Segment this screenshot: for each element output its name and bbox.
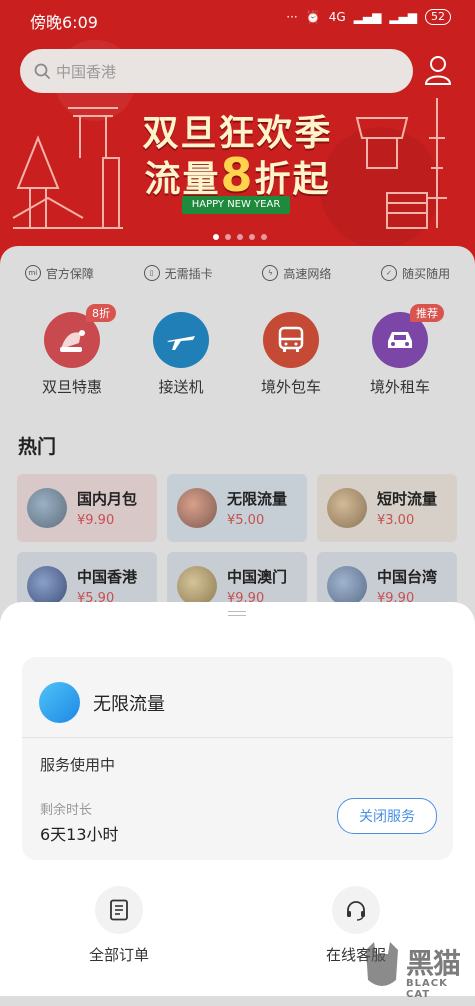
feature-no-sim: ▯ 无需插卡: [119, 258, 238, 288]
cat-logo-icon: [366, 942, 398, 986]
carousel-dot[interactable]: [213, 234, 219, 240]
santa-hat-icon: [60, 330, 85, 352]
remaining-time-label: 剩余时长: [40, 803, 93, 818]
product-thumbnail: [177, 566, 217, 606]
product-thumbnail: [327, 566, 367, 606]
divider: [22, 737, 453, 738]
product-price: ¥5.00: [227, 513, 265, 528]
category-row: 8折 双旦特惠 接送机 境外包车 推荐 境外租车: [0, 304, 475, 402]
hot-card-domestic-monthly[interactable]: 国内月包 ¥9.90: [17, 474, 157, 542]
user-icon[interactable]: [424, 55, 452, 85]
search-placeholder: 中国香港: [56, 62, 117, 81]
feature-label: 官方保障: [45, 266, 94, 281]
hot-card-short-term[interactable]: 短时流量 ¥3.00: [317, 474, 457, 542]
airplane-icon: [167, 336, 195, 350]
product-name: 无限流量: [227, 490, 288, 508]
battery-indicator: 52: [425, 9, 451, 25]
all-orders-button[interactable]: 全部订单: [59, 886, 179, 965]
category-label: 境外租车: [369, 378, 430, 396]
product-name: 国内月包: [77, 490, 138, 508]
product-thumbnail: [177, 488, 217, 528]
category-label: 境外包车: [260, 378, 321, 396]
hot-card-unlimited[interactable]: 无限流量 ¥5.00: [167, 474, 307, 542]
close-service-button[interactable]: 关闭服务: [337, 798, 437, 834]
product-name: 中国台湾: [377, 568, 438, 586]
product-name: 短时流量: [377, 490, 438, 508]
category-charter-bus[interactable]: 境外包车: [236, 312, 346, 397]
recommend-badge: 推荐: [410, 304, 444, 322]
promo-banner[interactable]: 傍晚6:09 ··· ⏰ 4G ▂▄▆ ▂▄▆ 52 中国香港 双旦狂欢季 流量…: [0, 0, 475, 268]
status-time: 傍晚6:09: [30, 13, 98, 32]
category-circle: 推荐: [372, 304, 444, 368]
bolt-icon: ϟ: [262, 265, 279, 281]
banner-tagline: HAPPY NEW YEAR: [182, 196, 290, 214]
product-price: ¥3.00: [377, 513, 415, 528]
watermark-text-cn: 黑猫: [406, 947, 461, 980]
category-circle: [153, 312, 209, 368]
feature-label: 高速网络: [283, 266, 332, 281]
carousel-dot[interactable]: [249, 234, 255, 240]
headset-icon-wrap: [332, 886, 380, 934]
category-circle: [263, 312, 319, 368]
action-label: 全部订单: [88, 946, 149, 964]
product-thumbnail: [27, 566, 67, 606]
black-cat-watermark: 黑猫 BLACK CAT: [362, 938, 475, 1000]
carousel-dot[interactable]: [261, 234, 267, 240]
hot-section-title: 热门: [18, 436, 57, 458]
product-thumbnail: [27, 488, 67, 528]
product-thumbnail: [327, 488, 367, 528]
remaining-time-value: 6天13小时: [40, 825, 119, 844]
status-icons: ··· ⏰ 4G ▂▄▆ ▂▄▆ 52: [286, 9, 451, 25]
product-name: 中国香港: [77, 568, 138, 586]
search-bar[interactable]: 中国香港: [20, 49, 413, 93]
feature-label: 无需插卡: [164, 266, 213, 281]
banner-discount-number: 8: [220, 148, 255, 202]
mi-icon: mi: [24, 265, 41, 281]
alarm-icon: ⏰: [305, 10, 321, 24]
category-car-rental[interactable]: 推荐 境外租车: [345, 304, 455, 397]
feature-label: 随买随用: [402, 266, 451, 281]
signal-icon-2: ▂▄▆: [389, 10, 417, 24]
feature-strip: mi 官方保障 ▯ 无需插卡 ϟ 高速网络 ✓ 随买随用: [0, 258, 475, 288]
network-type: 4G: [328, 10, 346, 24]
orders-icon: [110, 899, 128, 921]
carousel-dot[interactable]: [225, 234, 231, 240]
feature-instant: ✓ 随买随用: [356, 258, 475, 288]
status-bar: 傍晚6:09 ··· ⏰ 4G ▂▄▆ ▂▄▆ 52: [0, 0, 475, 38]
service-logo: [39, 682, 80, 723]
feature-official: mi 官方保障: [0, 258, 119, 288]
carousel-dot[interactable]: [237, 234, 243, 240]
feature-fast: ϟ 高速网络: [238, 258, 357, 288]
headset-icon: [347, 901, 365, 921]
banner-line2-suffix: 折起: [254, 159, 331, 200]
car-icon: [388, 332, 412, 348]
product-price: ¥9.90: [77, 513, 115, 528]
sheet-drag-handle[interactable]: [228, 611, 246, 620]
category-label: 接送机: [158, 378, 204, 396]
watermark-text-en: BLACK CAT: [406, 978, 448, 1000]
orders-icon-wrap: [95, 886, 143, 934]
service-name: 无限流量: [93, 694, 165, 715]
category-circle: 8折: [44, 304, 116, 368]
product-name: 中国澳门: [227, 568, 288, 586]
check-icon: ✓: [381, 265, 398, 281]
bus-icon: [278, 326, 304, 352]
discount-badge: 8折: [86, 304, 116, 322]
sim-icon: ▯: [143, 265, 160, 281]
banner-line2-prefix: 流量: [144, 159, 221, 200]
category-airport-transfer[interactable]: 接送机: [126, 312, 236, 397]
search-icon: [34, 63, 50, 79]
category-new-year-deal[interactable]: 8折 双旦特惠: [17, 304, 127, 397]
dots-icon: ···: [286, 10, 298, 24]
banner-headline-2: 流量8折起: [0, 148, 475, 202]
signal-icon: ▂▄▆: [353, 10, 382, 24]
category-label: 双旦特惠: [41, 378, 102, 396]
active-service-card: 无限流量 服务使用中 剩余时长 6天13小时 关闭服务: [22, 657, 453, 860]
carousel-dots[interactable]: [213, 234, 267, 240]
service-status: 服务使用中: [40, 756, 116, 774]
